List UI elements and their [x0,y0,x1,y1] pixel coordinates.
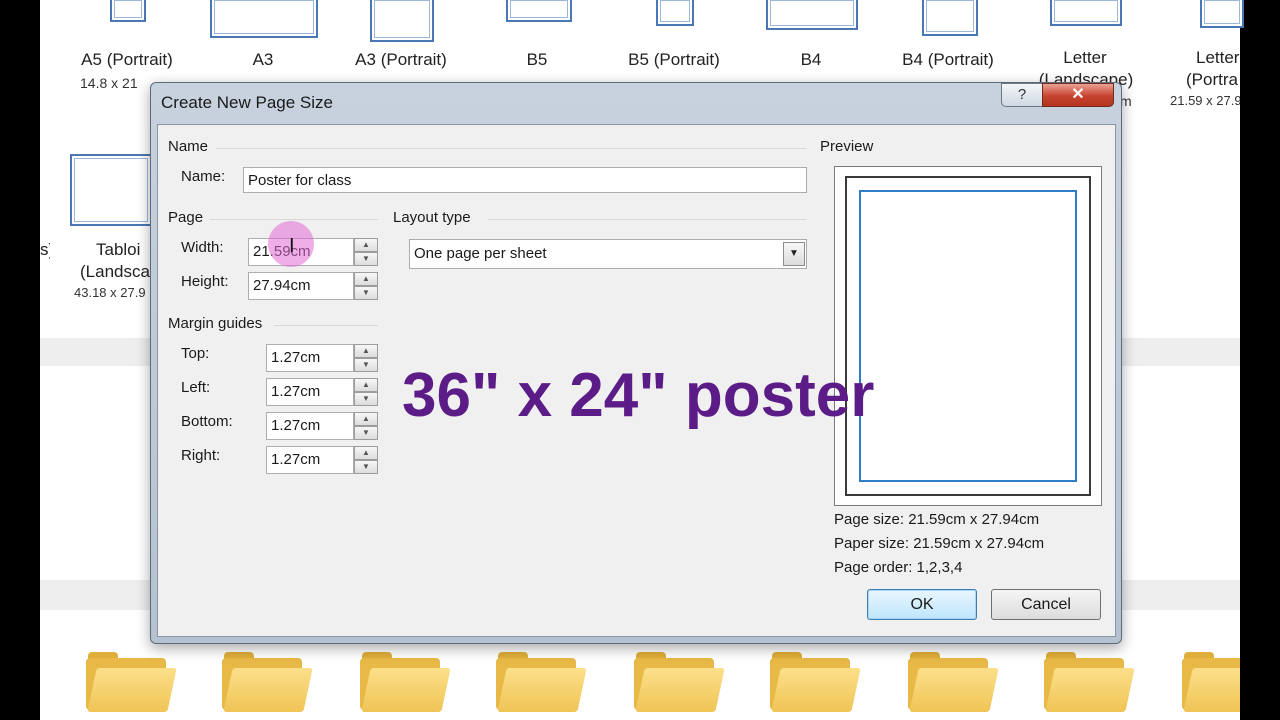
template-thumbnail[interactable] [766,0,858,30]
section-divider [216,148,806,149]
spin-down-button[interactable]: ▼ [354,392,378,406]
spin-up-button[interactable]: ▲ [354,272,378,286]
folder-icon[interactable] [496,652,587,712]
folder-icon[interactable] [86,652,177,712]
name-section-heading: Name [168,138,209,155]
paper-size-info: Paper size: 21.59cm x 27.94cm [834,535,1045,552]
cancel-button[interactable]: Cancel [991,589,1101,620]
folder-icon[interactable] [634,652,725,712]
folder-icon[interactable] [1182,652,1240,712]
template-label: Tabloi [96,240,141,259]
spin-down-button[interactable]: ▼ [354,252,378,266]
template-label: Letter [1196,48,1240,67]
template-size: m [1120,93,1132,109]
section-divider [210,219,378,220]
name-label: Name: [181,168,226,185]
top-margin-label: Top: [181,345,210,362]
spin-down-button[interactable]: ▼ [354,286,378,300]
template-label: (Landsca [80,262,150,281]
left-letterbox [0,0,40,720]
template-size: 21.59 x 27.9 [1170,93,1240,108]
folder-icon[interactable] [360,652,451,712]
spin-down-button[interactable]: ▼ [354,460,378,474]
spin-down-button[interactable]: ▼ [354,426,378,440]
spin-up-button[interactable]: ▲ [354,344,378,358]
template-thumbnail[interactable] [1200,0,1244,28]
text-cursor-icon: I [289,235,295,257]
spin-up-button[interactable]: ▲ [354,412,378,426]
template-label: A5 (Portrait) [81,50,173,69]
page-size-info: Page size: 21.59cm x 27.94cm [834,511,1040,528]
template-thumbnail[interactable] [506,0,572,22]
layout-type-select[interactable]: One page per sheet ▼ [409,239,807,269]
right-letterbox [1240,0,1280,720]
help-button[interactable]: ? [1001,83,1043,107]
preview-page [845,176,1091,496]
folder-icon[interactable] [222,652,313,712]
ok-button[interactable]: OK [867,589,977,620]
template-label: (Portra [1186,70,1238,89]
template-thumbnail[interactable] [1050,0,1122,26]
close-button[interactable]: ✕ [1042,83,1114,107]
spin-up-button[interactable]: ▲ [354,238,378,252]
section-divider [274,325,378,326]
right-margin-label: Right: [181,447,221,464]
preview-margin-guides [859,190,1077,482]
bottom-margin-input[interactable]: 1.27cm [266,412,354,440]
preview-heading: Preview [820,138,874,155]
top-margin-input[interactable]: 1.27cm [266,344,354,372]
folder-icon[interactable] [908,652,999,712]
preview-pane [834,166,1102,506]
height-input[interactable]: 27.94cm [248,272,354,300]
height-label: Height: [181,273,229,290]
dropdown-arrow-icon[interactable]: ▼ [783,242,805,266]
template-thumbnail[interactable] [656,0,694,26]
section-divider [488,219,806,220]
dialog-title: Create New Page Size [161,93,333,112]
name-input[interactable]: Poster for class [243,167,807,193]
template-size: 14.8 x 21 [80,75,138,91]
page-section-heading: Page [168,209,204,226]
template-label: A3 (Portrait) [355,50,447,69]
right-margin-input[interactable]: 1.27cm [266,446,354,474]
margin-guides-heading: Margin guides [168,315,263,332]
bottom-margin-label: Bottom: [181,413,233,430]
template-label: A3 [252,50,274,69]
template-label: Letter [1063,48,1107,67]
width-label: Width: [181,239,224,256]
template-label: s) [40,240,50,259]
template-thumbnail[interactable] [370,0,434,42]
overlay-caption: 36" x 24" poster [402,361,875,430]
spin-up-button[interactable]: ▲ [354,378,378,392]
page-order-info: Page order: 1,2,3,4 [834,559,963,576]
left-margin-label: Left: [181,379,211,396]
template-size: 43.18 x 27.9 [74,285,146,300]
template-thumbnail[interactable] [210,0,318,38]
layout-type-value: One page per sheet [414,245,547,262]
template-thumbnail[interactable] [70,154,152,226]
spin-up-button[interactable]: ▲ [354,446,378,460]
template-thumbnail[interactable] [922,0,978,36]
template-label: B4 [800,50,822,69]
folder-icon[interactable] [770,652,861,712]
template-thumbnail[interactable] [110,0,146,22]
folder-icon[interactable] [1044,652,1135,712]
template-label: B5 (Portrait) [628,50,720,69]
template-label: B4 (Portrait) [902,50,994,69]
layout-type-heading: Layout type [393,209,471,226]
spin-down-button[interactable]: ▼ [354,358,378,372]
template-label: B5 [526,50,548,69]
left-margin-input[interactable]: 1.27cm [266,378,354,406]
